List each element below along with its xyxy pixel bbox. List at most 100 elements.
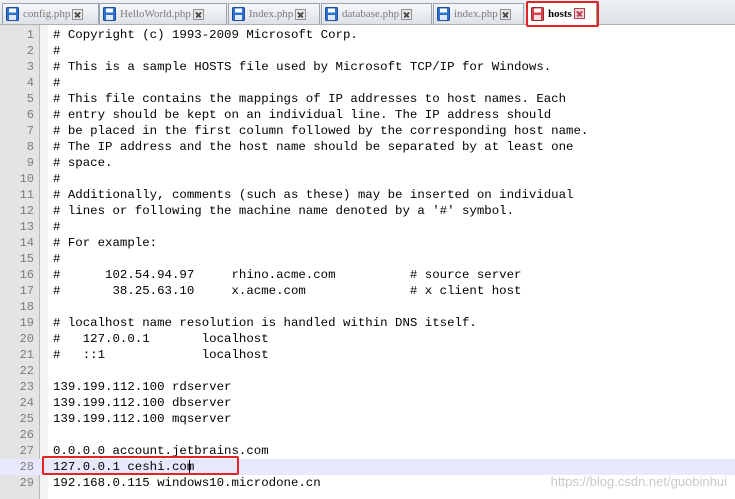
line-text[interactable]: # [53, 75, 60, 91]
tab-label: index.php [454, 8, 498, 20]
close-icon[interactable] [192, 8, 204, 20]
line-number: 4 [26, 76, 34, 90]
line-text[interactable]: # be placed in the first column followed… [53, 123, 588, 139]
line-text[interactable]: # This is a sample HOSTS file used by Mi… [53, 59, 551, 75]
close-icon[interactable] [573, 8, 585, 19]
watermark: https://blog.csdn.net/guobinhui [550, 474, 727, 489]
tab-label: database.php [342, 8, 400, 20]
line-number: 26 [19, 428, 34, 442]
line-text[interactable]: # space. [53, 155, 113, 171]
editor-line[interactable]: 5 # This file contains the mappings of IP… [0, 91, 735, 107]
editor-line[interactable]: 21 # ::1 localhost [0, 347, 735, 363]
close-icon[interactable] [401, 8, 413, 20]
editor-line[interactable]: 25 139.199.112.100 mqserver [0, 411, 735, 427]
editor-line[interactable]: 18 [0, 299, 735, 315]
tab-label: hosts [548, 7, 572, 20]
editor-line[interactable]: 15 # [0, 251, 735, 267]
editor-line[interactable]: 11 # Additionally, comments (such as thes… [0, 187, 735, 203]
tab-index-php[interactable]: Index.php [228, 3, 320, 24]
tab-index-php-2[interactable]: index.php [433, 3, 524, 24]
tab-label: config.php [23, 8, 71, 20]
line-number: 10 [19, 172, 34, 186]
line-number: 21 [19, 348, 34, 362]
editor-line[interactable]: 22 [0, 363, 735, 379]
line-number: 23 [19, 380, 34, 394]
line-number: 25 [19, 412, 34, 426]
tab-label: HelloWorld.php [120, 8, 191, 20]
line-text[interactable]: # 102.54.94.97 rhino.acme.com # source s… [53, 267, 521, 283]
editor-line[interactable]: 20 # 127.0.0.1 localhost [0, 331, 735, 347]
tab-hosts[interactable]: hosts [527, 1, 597, 25]
line-text[interactable]: # 127.0.0.1 localhost [53, 331, 269, 347]
line-number: 6 [26, 108, 34, 122]
line-text[interactable]: 127.0.0.1 ceshi.com [53, 459, 194, 475]
line-text[interactable]: 139.199.112.100 rdserver [53, 379, 231, 395]
editor-line[interactable]: 12 # lines or following the machine name … [0, 203, 735, 219]
line-text[interactable]: # Additionally, comments (such as these)… [53, 187, 574, 203]
line-text[interactable]: 139.199.112.100 mqserver [53, 411, 231, 427]
editor-line[interactable]: 17 # 38.25.63.10 x.acme.com # x client ho… [0, 283, 735, 299]
line-text[interactable]: # For example: [53, 235, 157, 251]
line-text[interactable]: 139.199.112.100 dbserver [53, 395, 231, 411]
line-text[interactable]: # entry should be kept on an individual … [53, 107, 551, 123]
line-number: 9 [26, 156, 34, 170]
line-text[interactable]: # [53, 171, 60, 187]
line-text[interactable]: # [53, 43, 60, 59]
editor-line[interactable]: 23 139.199.112.100 rdserver [0, 379, 735, 395]
line-number: 5 [26, 92, 34, 106]
editor-line[interactable]: 19 # localhost name resolution is handled… [0, 315, 735, 331]
editor-line[interactable]: 7 # be placed in the first column followe… [0, 123, 735, 139]
tab-database-php[interactable]: database.php [321, 3, 432, 24]
line-text[interactable]: # The IP address and the host name shoul… [53, 139, 574, 155]
editor-line[interactable]: 10 # [0, 171, 735, 187]
line-text[interactable]: # This file contains the mappings of IP … [53, 91, 566, 107]
line-number: 12 [19, 204, 34, 218]
editor-line[interactable]: 3 # This is a sample HOSTS file used by M… [0, 59, 735, 75]
line-number: 19 [19, 316, 34, 330]
editor-line[interactable]: 4 # [0, 75, 735, 91]
editor-line[interactable]: 16 # 102.54.94.97 rhino.acme.com # source… [0, 267, 735, 283]
editor-line[interactable]: 24 139.199.112.100 dbserver [0, 395, 735, 411]
line-text[interactable]: # localhost name resolution is handled w… [53, 315, 477, 331]
floppy-disk-icon [531, 6, 544, 21]
line-text[interactable]: # [53, 251, 60, 267]
editor-line[interactable]: 28 127.0.0.1 ceshi.com [0, 459, 735, 475]
floppy-disk-icon [6, 7, 19, 21]
editor-line[interactable]: 8 # The IP address and the host name shou… [0, 139, 735, 155]
tab-config-php[interactable]: config.php [2, 3, 99, 24]
line-text[interactable]: # 38.25.63.10 x.acme.com # x client host [53, 283, 521, 299]
editor-line[interactable]: 6 # entry should be kept on an individual… [0, 107, 735, 123]
line-text[interactable]: # lines or following the machine name de… [53, 203, 514, 219]
line-number: 20 [19, 332, 34, 346]
line-text[interactable]: # [53, 219, 60, 235]
editor-line[interactable]: 13 # [0, 219, 735, 235]
close-icon[interactable] [499, 8, 511, 20]
close-icon[interactable] [72, 8, 84, 20]
close-icon[interactable] [295, 8, 307, 20]
editor-line[interactable]: 27 0.0.0.0 account.jetbrains.com [0, 443, 735, 459]
code-editor[interactable]: 1 # Copyright (c) 1993-2009 Microsoft Cor… [0, 25, 735, 499]
line-number: 16 [19, 268, 34, 282]
floppy-disk-icon [232, 7, 245, 21]
line-number: 18 [19, 300, 34, 314]
tab-helloworld-php[interactable]: HelloWorld.php [99, 3, 227, 24]
line-text[interactable]: 192.168.0.115 windows10.microdone.cn [53, 475, 321, 491]
floppy-disk-icon [325, 7, 338, 21]
editor-lines: 1 # Copyright (c) 1993-2009 Microsoft Cor… [0, 27, 735, 491]
line-number: 11 [19, 188, 34, 202]
tab-label: Index.php [249, 8, 294, 20]
editor-line[interactable]: 9 # space. [0, 155, 735, 171]
editor-line[interactable]: 14 # For example: [0, 235, 735, 251]
line-text[interactable]: 0.0.0.0 account.jetbrains.com [53, 443, 269, 459]
floppy-disk-icon [103, 7, 116, 21]
editor-line[interactable]: 1 # Copyright (c) 1993-2009 Microsoft Cor… [0, 27, 735, 43]
line-text[interactable]: # ::1 localhost [53, 347, 269, 363]
floppy-disk-icon [437, 7, 450, 21]
tab-bar: config.php HelloWorld.php Index.php data… [0, 0, 735, 25]
line-text[interactable]: # Copyright (c) 1993-2009 Microsoft Corp… [53, 27, 358, 43]
line-number: 13 [19, 220, 34, 234]
editor-line[interactable]: 26 [0, 427, 735, 443]
editor-line[interactable]: 2 # [0, 43, 735, 59]
line-number: 7 [26, 124, 34, 138]
line-number: 8 [26, 140, 34, 154]
